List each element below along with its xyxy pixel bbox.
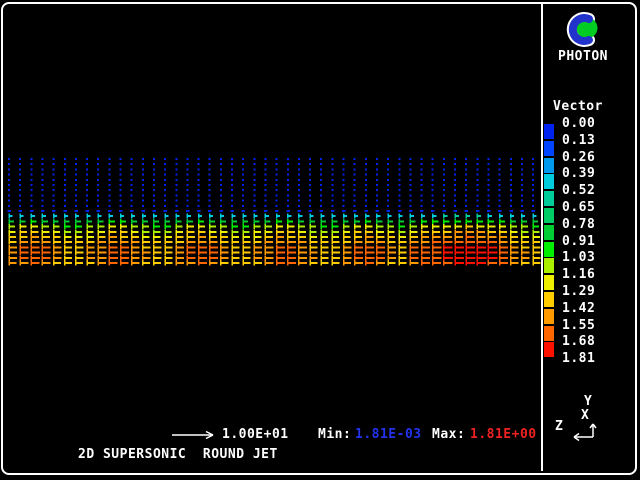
legend-level: 1.16	[562, 268, 595, 282]
legend-band	[544, 309, 554, 324]
legend-level: 1.55	[562, 319, 595, 333]
legend-band	[544, 275, 554, 290]
legend-level: 1.68	[562, 335, 595, 349]
legend-level: 0.39	[562, 167, 595, 181]
legend-band	[544, 342, 554, 357]
legend-band	[544, 242, 554, 257]
min-value: 1.81E-03	[355, 428, 422, 442]
axis-triad-icon	[574, 424, 596, 441]
legend-level: 0.91	[562, 235, 595, 249]
reference-arrow-icon	[172, 432, 213, 439]
legend-level: 1.29	[562, 285, 595, 299]
legend-band	[544, 208, 554, 223]
legend-band	[544, 141, 554, 156]
legend-swatches	[544, 124, 554, 364]
photon-logo	[561, 10, 607, 50]
legend-band	[544, 124, 554, 139]
legend-band	[544, 191, 554, 206]
legend-band	[544, 158, 554, 173]
legend-level: 0.26	[562, 151, 595, 165]
legend-level: 0.13	[562, 134, 595, 148]
legend-level: 1.81	[562, 352, 595, 366]
axis-label-y: Y	[584, 395, 592, 409]
legend-level: 0.78	[562, 218, 595, 232]
legend-labels: 0.00 0.13 0.26 0.39 0.52 0.65 0.78 0.91 1.03 1.16…	[562, 117, 622, 377]
legend-band	[544, 292, 554, 307]
app-title: PHOTON	[536, 50, 630, 64]
legend-level: 0.52	[562, 184, 595, 198]
legend-band	[544, 326, 554, 341]
max-value: 1.81E+00	[470, 428, 537, 442]
axis-label-x: X	[581, 409, 589, 423]
reference-vector-value: 1.00E+01	[222, 428, 289, 442]
legend-band	[544, 225, 554, 240]
legend-level: 1.42	[562, 302, 595, 316]
legend-level: 1.03	[562, 251, 595, 265]
legend-level: 0.65	[562, 201, 595, 215]
plot-title: 2D SUPERSONIC ROUND JET	[78, 448, 278, 462]
legend-band	[544, 258, 554, 273]
legend-band	[544, 174, 554, 189]
min-label: Min:	[318, 428, 351, 442]
axis-label-z: Z	[555, 420, 563, 434]
photon-app-window: PHOTON Vector 0.000.130.260.390.520.650.…	[0, 0, 640, 480]
max-label: Max:	[432, 428, 465, 442]
legend-level: 0.00	[562, 117, 595, 131]
legend-title: Vector	[553, 100, 603, 114]
